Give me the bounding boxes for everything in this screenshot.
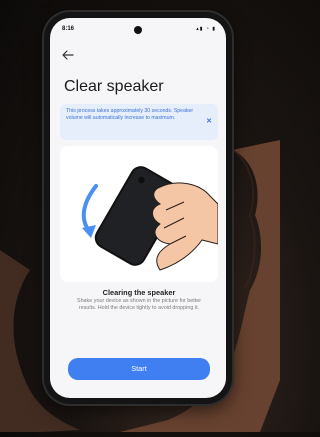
caption-text: Shake your device as shown in the pictur… [76, 298, 202, 311]
phone-frame: 8:16 ▴▮ ◔ ▮ Clear speaker This process t… [44, 12, 232, 404]
back-arrow-icon[interactable] [62, 50, 74, 61]
status-time: 8:16 [62, 26, 75, 32]
close-icon[interactable]: ✕ [206, 117, 212, 125]
status-icons: ▴▮ ◔ ▮ [196, 26, 216, 32]
front-camera [134, 26, 142, 34]
info-banner: This process takes approximately 30 seco… [60, 104, 218, 140]
start-button[interactable]: Start [68, 358, 210, 380]
banner-text: This process takes approximately 30 seco… [66, 108, 194, 121]
phone-screen: 8:16 ▴▮ ◔ ▮ Clear speaker This process t… [50, 18, 226, 398]
curved-arrow-down-icon [81, 184, 98, 234]
caption-title: Clearing the speaker [102, 288, 176, 297]
shake-illustration [60, 146, 219, 282]
page-title: Clear speaker [64, 78, 164, 95]
status-bar: 8:16 ▴▮ ◔ ▮ [50, 18, 226, 40]
